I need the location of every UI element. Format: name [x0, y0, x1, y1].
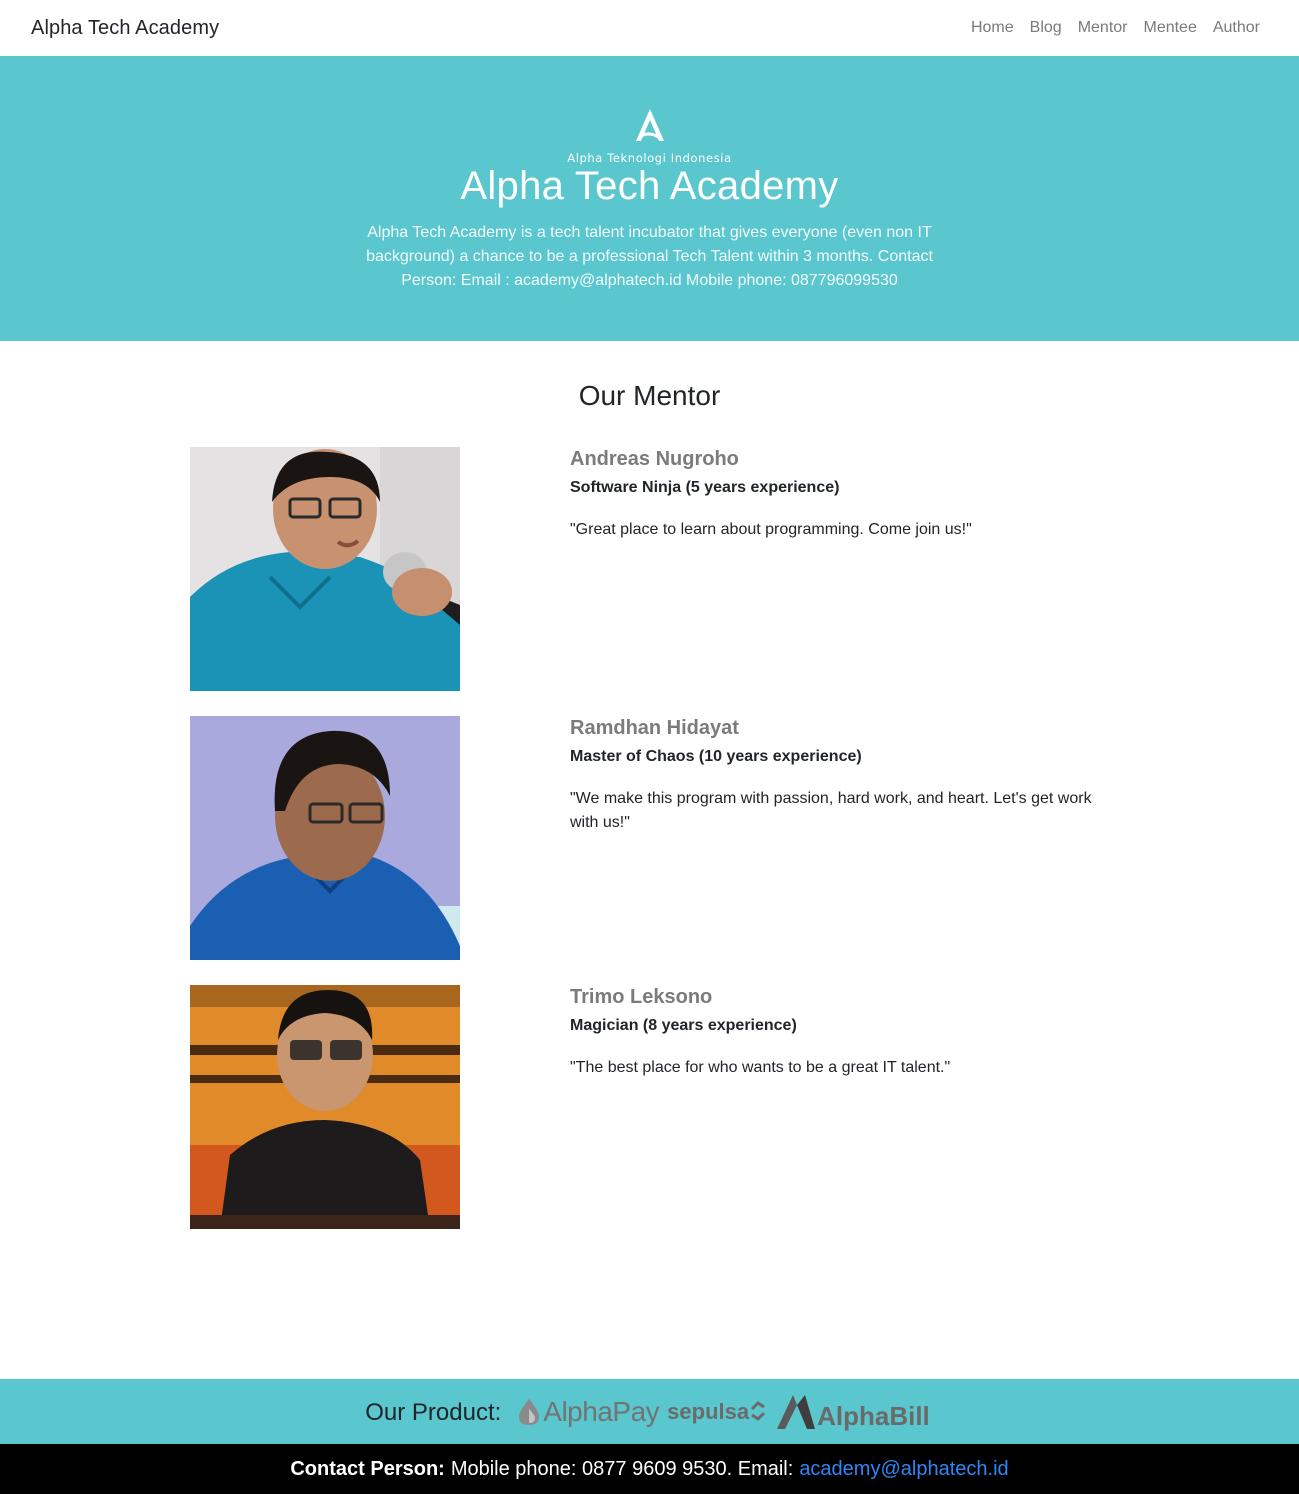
hero-banner: Alpha Teknologi Indonesia Alpha Tech Aca… [0, 56, 1299, 341]
alphabill-mark-icon [777, 1394, 816, 1429]
mentor-info: Ramdhan Hidayat Master of Chaos (10 year… [570, 716, 1110, 835]
mentor-photo [190, 716, 460, 960]
nav-link-home[interactable]: Home [963, 19, 1022, 37]
footer-contact-label: Contact Person: [290, 1457, 445, 1480]
footer: Contact Person: Mobile phone: 0877 9609 … [0, 1444, 1299, 1494]
section-title: Our Mentor [578, 380, 721, 411]
mentor-role: Software Ninja (5 years experience) [570, 479, 840, 496]
mentor-quote: "We make this program with passion, hard… [570, 790, 1092, 831]
mentor-role: Master of Chaos (10 years experience) [570, 748, 862, 765]
mentor-quote: "The best place for who wants to be a gr… [570, 1059, 951, 1076]
alphabill-logo[interactable]: AlphaBill [775, 1391, 930, 1432]
mentor-card: Trimo Leksono Magician (8 years experien… [190, 985, 1110, 1229]
alphapay-logo[interactable]: AlphaPay [515, 1396, 660, 1428]
hero-title: Alpha Tech Academy [460, 164, 839, 208]
mentor-role: Magician (8 years experience) [570, 1017, 797, 1034]
alpha-logo-text: Alpha Teknologi Indonesia [567, 151, 732, 165]
alpha-logo-icon [635, 109, 664, 141]
mentor-name: Andreas Nugroho [570, 448, 739, 470]
mentor-photo [190, 447, 460, 691]
mentor-info: Trimo Leksono Magician (8 years experien… [570, 985, 1110, 1080]
mentor-card: Andreas Nugroho Software Ninja (5 years … [190, 447, 1110, 691]
alphapay-drop-icon [519, 1398, 540, 1425]
product-label: Our Product: [365, 1398, 502, 1426]
nav-link-blog[interactable]: Blog [1022, 19, 1070, 37]
sepulsa-arrows-icon [751, 1400, 766, 1421]
mentor-name: Ramdhan Hidayat [570, 717, 739, 739]
nav-links: Home Blog Mentor Mentee Author [963, 19, 1268, 37]
nav-link-mentor[interactable]: Mentor [1070, 19, 1136, 37]
footer-email-link[interactable]: academy@alphatech.id [799, 1458, 1008, 1481]
mentor-info: Andreas Nugroho Software Ninja (5 years … [570, 447, 1110, 542]
mentor-quote: "Great place to learn about programming.… [570, 521, 972, 538]
product-bar: Our Product: AlphaPay sepulsa AlphaBill [0, 1379, 1299, 1444]
navbar: Alpha Tech Academy Home Blog Mentor Ment… [0, 0, 1299, 56]
nav-link-mentee[interactable]: Mentee [1135, 19, 1204, 37]
navbar-brand[interactable]: Alpha Tech Academy [31, 17, 219, 40]
hero-description: Alpha Tech Academy is a tech talent incu… [366, 224, 933, 289]
mentor-photo [190, 985, 460, 1229]
footer-contact-text: Mobile phone: 0877 9609 9530. Email: [450, 1457, 794, 1480]
mentor-name: Trimo Leksono [570, 986, 713, 1008]
sepulsa-logo[interactable]: sepulsa [667, 1399, 767, 1425]
mentor-card: Ramdhan Hidayat Master of Chaos (10 year… [190, 716, 1110, 960]
nav-link-author[interactable]: Author [1205, 19, 1268, 37]
